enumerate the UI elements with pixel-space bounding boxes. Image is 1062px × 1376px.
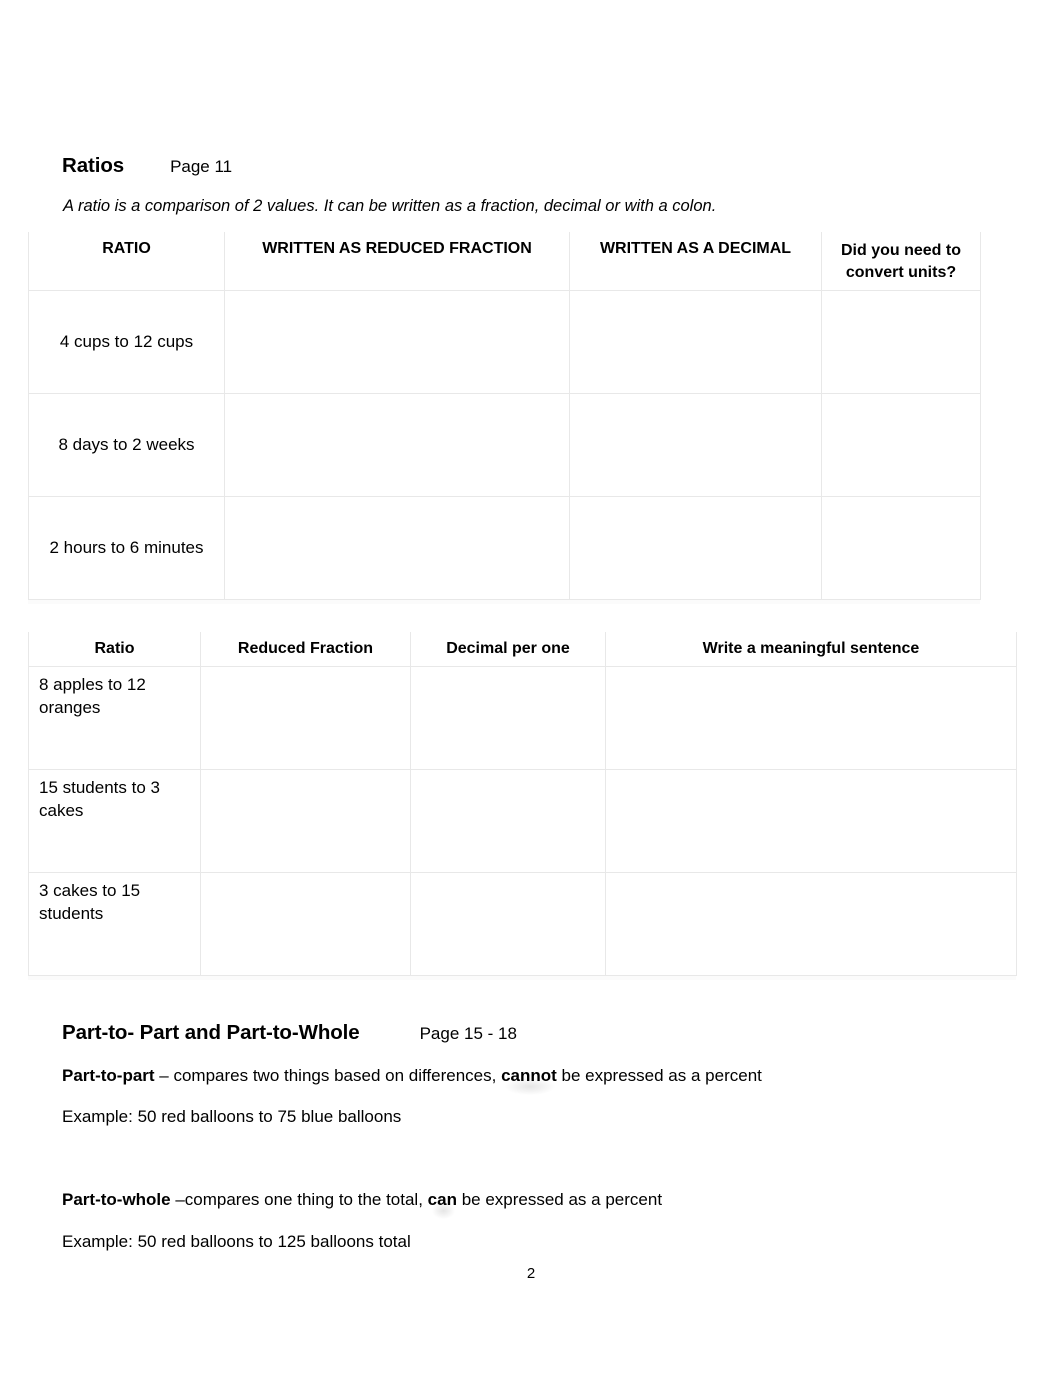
definition-text-before: – compares two things based on differenc… xyxy=(154,1066,502,1085)
table-row: 4 cups to 12 cups xyxy=(28,289,981,394)
column-header-reduced-fraction: WRITTEN AS REDUCED FRACTION xyxy=(224,232,570,291)
table-cell-reduced-fraction[interactable] xyxy=(224,392,570,497)
example-part-to-whole: Example: 50 red balloons to 125 balloons… xyxy=(62,1232,411,1251)
table-cell-meaningful-sentence[interactable] xyxy=(605,871,1017,976)
emphasis-can: can xyxy=(428,1189,457,1220)
table-row: 3 cakes to 15 students xyxy=(28,871,1017,976)
table-header-row: Ratio Reduced Fraction Decimal per one W… xyxy=(28,632,1017,667)
definition-part-to-whole: Part-to-whole –compares one thing to the… xyxy=(62,1189,663,1220)
term-part-to-part: Part-to-part xyxy=(62,1066,155,1085)
definition-text-after: be expressed as a percent xyxy=(556,1066,762,1085)
table-cell-reduced-fraction[interactable] xyxy=(200,768,411,873)
table-cell-decimal[interactable] xyxy=(569,392,822,497)
ratios-definition-text: A ratio is a comparison of 2 values. It … xyxy=(63,197,717,215)
column-header-decimal-per-one: Decimal per one xyxy=(410,632,606,667)
table-cell-ratio: 3 cakes to 15 students xyxy=(28,871,201,976)
page-title: Ratios xyxy=(62,154,125,177)
table-cell-reduced-fraction[interactable] xyxy=(200,665,411,770)
section-title: Part-to- Part and Part-to-Whole xyxy=(62,1021,360,1044)
table-cell-convert-units[interactable] xyxy=(821,392,981,497)
column-header-reduced-fraction: Reduced Fraction xyxy=(200,632,411,667)
table-cell-reduced-fraction[interactable] xyxy=(224,495,570,600)
table-cell-convert-units[interactable] xyxy=(821,495,981,600)
table-row: 8 days to 2 weeks xyxy=(28,392,981,497)
table-cell-convert-units[interactable] xyxy=(821,289,981,394)
table-header-row: RATIO WRITTEN AS REDUCED FRACTION WRITTE… xyxy=(28,232,981,291)
ratios-table-container: RATIO WRITTEN AS REDUCED FRACTION WRITTE… xyxy=(28,232,981,604)
emphasis-cannot: cannot xyxy=(501,1065,557,1096)
term-part-to-whole: Part-to-whole xyxy=(62,1190,171,1209)
table-cell-decimal-per-one[interactable] xyxy=(410,665,606,770)
table-row: 8 apples to 12 oranges xyxy=(28,665,1017,770)
section-heading-part-to-part-whole: Part-to- Part and Part-to-Whole Page 15 … xyxy=(62,1021,517,1045)
example-part-to-part: Example: 50 red balloons to 75 blue ball… xyxy=(62,1107,402,1126)
column-header-decimal: WRITTEN AS A DECIMAL xyxy=(569,232,822,291)
definition-text-after: be expressed as a percent xyxy=(456,1190,663,1209)
page-reference-part-to-part: Page 15 - 18 xyxy=(419,1024,517,1043)
table-cell-meaningful-sentence[interactable] xyxy=(605,768,1017,873)
column-header-ratio: RATIO xyxy=(28,232,225,291)
table-cell-decimal[interactable] xyxy=(569,289,822,394)
table-cell-ratio: 15 students to 3 cakes xyxy=(28,768,201,873)
meaningful-sentence-table: Ratio Reduced Fraction Decimal per one W… xyxy=(28,632,1017,976)
table-cell-decimal[interactable] xyxy=(569,495,822,600)
ratios-table: RATIO WRITTEN AS REDUCED FRACTION WRITTE… xyxy=(28,232,981,600)
section-heading-ratios: Ratios Page 11 xyxy=(62,154,232,178)
table-row: 2 hours to 6 minutes xyxy=(28,495,981,600)
table-cell-meaningful-sentence[interactable] xyxy=(605,665,1017,770)
table-cell-ratio: 4 cups to 12 cups xyxy=(28,289,225,394)
page-reference-ratios: Page 11 xyxy=(170,157,233,176)
table-cell-decimal-per-one[interactable] xyxy=(410,768,606,873)
meaningful-sentence-table-container: Ratio Reduced Fraction Decimal per one W… xyxy=(28,632,1017,980)
definition-text-before: –compares one thing to the total, xyxy=(170,1190,428,1209)
table-cell-ratio: 2 hours to 6 minutes xyxy=(28,495,225,600)
page-number: 2 xyxy=(526,1265,536,1282)
table-cell-ratio: 8 apples to 12 oranges xyxy=(28,665,201,770)
table-cell-ratio: 8 days to 2 weeks xyxy=(28,392,225,497)
table-cell-reduced-fraction[interactable] xyxy=(200,871,411,976)
table-cell-decimal-per-one[interactable] xyxy=(410,871,606,976)
table-row: 15 students to 3 cakes xyxy=(28,768,1017,873)
column-header-ratio: Ratio xyxy=(28,632,201,667)
column-header-meaningful-sentence: Write a meaningful sentence xyxy=(605,632,1017,667)
document-page: Ratios Page 11 A ratio is a comparison o… xyxy=(0,0,1062,1376)
column-header-convert-units: Did you need to convert units? xyxy=(821,232,981,291)
definition-part-to-part: Part-to-part – compares two things based… xyxy=(62,1065,762,1096)
table-cell-reduced-fraction[interactable] xyxy=(224,289,570,394)
